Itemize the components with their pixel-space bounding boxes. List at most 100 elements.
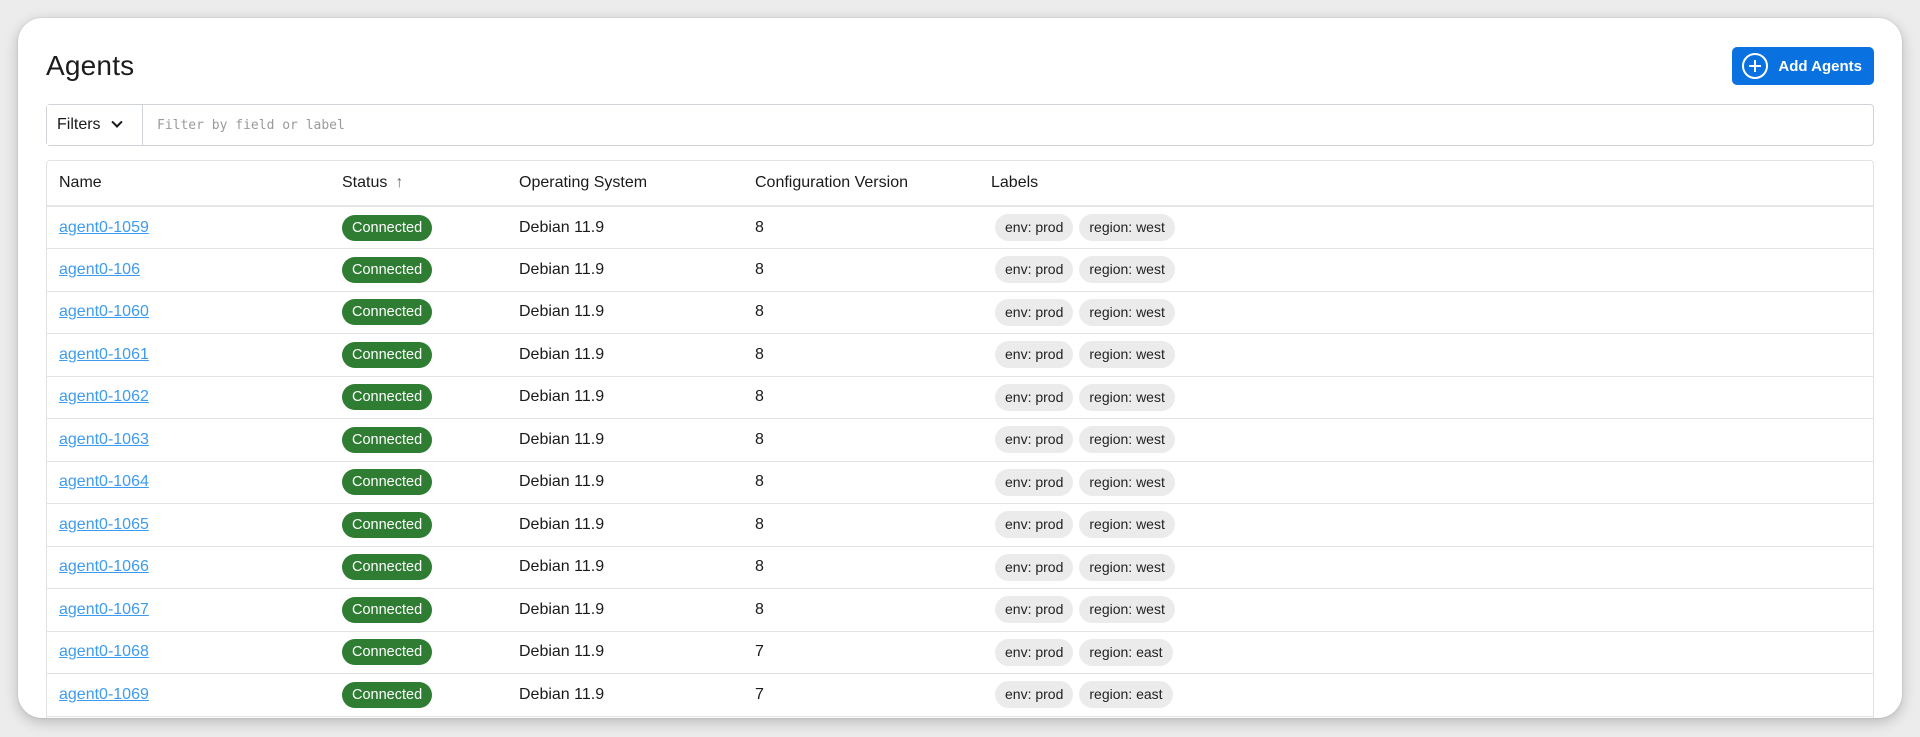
filters-dropdown[interactable]: Filters	[47, 105, 143, 145]
column-label: Operating System	[519, 174, 648, 191]
label-chip: env: prod	[995, 638, 1074, 666]
arrow-up-icon[interactable]: ↑	[395, 174, 403, 192]
agent-name-link[interactable]: agent0-1062	[59, 388, 149, 405]
cell-os: Debian 11.9	[507, 333, 743, 377]
table-row[interactable]: agent0-1062 Connected Debian 11.9 8 env: pro…	[47, 376, 1873, 419]
cell-os: Debian 11.9	[507, 588, 743, 632]
table-row[interactable]: agent0-1068 Connected Debian 11.9 7 env: pro…	[47, 631, 1873, 674]
status-badge: Connected	[342, 299, 433, 326]
cell-os: Debian 11.9	[507, 673, 743, 717]
status-badge: Connected	[342, 384, 433, 411]
cell-name: agent0-1067	[47, 588, 330, 632]
cell-labels: env: prod region: west	[979, 461, 1873, 504]
status-badge: Connected	[342, 426, 433, 453]
cell-config-version: 8	[743, 376, 979, 419]
label-chip: region: west	[1079, 341, 1175, 369]
page-header: Agents Add Agents	[46, 46, 1874, 86]
table-row[interactable]: agent0-1069 Connected Debian 11.9 7 env: pro…	[47, 673, 1873, 717]
cell-status: Connected	[330, 588, 507, 632]
agent-name-link[interactable]: agent0-1068	[59, 643, 149, 660]
label-chip: env: prod	[995, 256, 1074, 284]
column-header-os[interactable]: Operating System	[507, 161, 743, 207]
column-label: Labels	[991, 174, 1039, 191]
label-chip: env: prod	[995, 341, 1074, 369]
status-badge: Connected	[342, 341, 433, 368]
label-chip: region: west	[1079, 298, 1175, 326]
cell-config-version: 8	[743, 248, 979, 292]
cell-labels: env: prod region: east	[979, 631, 1873, 674]
cell-status: Connected	[330, 333, 507, 377]
cell-config-version: 8	[743, 418, 979, 462]
table-row[interactable]: agent0-1066 Connected Debian 11.9 8 env: pro…	[47, 546, 1873, 589]
agent-name-link[interactable]: agent0-1061	[59, 346, 149, 363]
label-chip: region: west	[1079, 214, 1175, 241]
agents-table: Name Status ↑ Operating System Configurat…	[47, 161, 1873, 717]
cell-os: Debian 11.9	[507, 418, 743, 462]
cell-os: Debian 11.9	[507, 376, 743, 419]
agent-name-link[interactable]: agent0-1064	[59, 473, 149, 490]
cell-labels: env: prod region: west	[979, 206, 1873, 249]
cell-status: Connected	[330, 673, 507, 717]
filter-bar: Filters	[46, 104, 1874, 146]
label-chip: env: prod	[995, 214, 1074, 241]
column-label: Configuration Version	[755, 174, 908, 191]
label-chip: env: prod	[995, 596, 1074, 624]
agents-table-body: agent0-1059 Connected Debian 11.9 8 env: pro…	[47, 206, 1873, 717]
label-chip: env: prod	[995, 383, 1074, 411]
cell-labels: env: prod region: west	[979, 546, 1873, 589]
status-badge: Connected	[342, 681, 433, 708]
table-row[interactable]: agent0-106 Connected Debian 11.9 8 env: prod…	[47, 248, 1873, 292]
cell-status: Connected	[330, 376, 507, 419]
table-row[interactable]: agent0-1063 Connected Debian 11.9 8 env: pro…	[47, 418, 1873, 462]
cell-labels: env: prod region: west	[979, 503, 1873, 547]
table-row[interactable]: agent0-1061 Connected Debian 11.9 8 env: pro…	[47, 333, 1873, 377]
status-badge: Connected	[342, 214, 433, 241]
table-row[interactable]: agent0-1064 Connected Debian 11.9 8 env: pro…	[47, 461, 1873, 504]
status-badge: Connected	[342, 256, 433, 283]
agent-name-link[interactable]: agent0-1065	[59, 516, 149, 533]
cell-os: Debian 11.9	[507, 503, 743, 547]
agent-name-link[interactable]: agent0-1066	[59, 558, 149, 575]
column-header-name[interactable]: Name	[47, 161, 330, 207]
cell-name: agent0-1060	[47, 291, 330, 334]
cell-name: agent0-106	[47, 248, 330, 292]
column-header-config-version[interactable]: Configuration Version	[743, 161, 979, 207]
plus-circle-icon	[1742, 53, 1769, 79]
cell-config-version: 8	[743, 291, 979, 334]
cell-status: Connected	[330, 631, 507, 674]
cell-status: Connected	[330, 248, 507, 292]
agent-name-link[interactable]: agent0-1059	[59, 219, 149, 236]
cell-os: Debian 11.9	[507, 206, 743, 249]
cell-name: agent0-1068	[47, 631, 330, 674]
label-chip: region: west	[1079, 468, 1175, 496]
table-row[interactable]: agent0-1059 Connected Debian 11.9 8 env: pro…	[47, 206, 1873, 249]
add-agents-button[interactable]: Add Agents	[1732, 47, 1874, 85]
cell-labels: env: prod region: west	[979, 291, 1873, 334]
cell-status: Connected	[330, 503, 507, 547]
cell-os: Debian 11.9	[507, 291, 743, 334]
table-row[interactable]: agent0-1060 Connected Debian 11.9 8 env: pro…	[47, 291, 1873, 334]
column-label: Name	[59, 174, 102, 191]
agent-name-link[interactable]: agent0-1060	[59, 303, 149, 320]
cell-name: agent0-1064	[47, 461, 330, 504]
table-row[interactable]: agent0-1065 Connected Debian 11.9 8 env: pro…	[47, 503, 1873, 547]
agent-name-link[interactable]: agent0-1067	[59, 601, 149, 618]
filter-input[interactable]	[143, 105, 1873, 145]
cell-labels: env: prod region: west	[979, 248, 1873, 292]
chevron-down-icon	[110, 116, 123, 128]
cell-status: Connected	[330, 291, 507, 334]
table-header-row: Name Status ↑ Operating System Configurat…	[47, 161, 1873, 207]
agent-name-link[interactable]: agent0-106	[59, 261, 140, 278]
column-header-status[interactable]: Status ↑	[330, 161, 507, 207]
agent-name-link[interactable]: agent0-1063	[59, 431, 149, 448]
status-badge: Connected	[342, 596, 433, 623]
agent-name-link[interactable]: agent0-1069	[59, 686, 149, 703]
cell-name: agent0-1069	[47, 673, 330, 717]
column-header-labels[interactable]: Labels	[979, 161, 1873, 207]
cell-config-version: 8	[743, 206, 979, 249]
label-chip: region: west	[1079, 383, 1175, 411]
cell-name: agent0-1059	[47, 206, 330, 249]
cell-config-version: 8	[743, 503, 979, 547]
table-row[interactable]: agent0-1067 Connected Debian 11.9 8 env: pro…	[47, 588, 1873, 632]
cell-name: agent0-1065	[47, 503, 330, 547]
